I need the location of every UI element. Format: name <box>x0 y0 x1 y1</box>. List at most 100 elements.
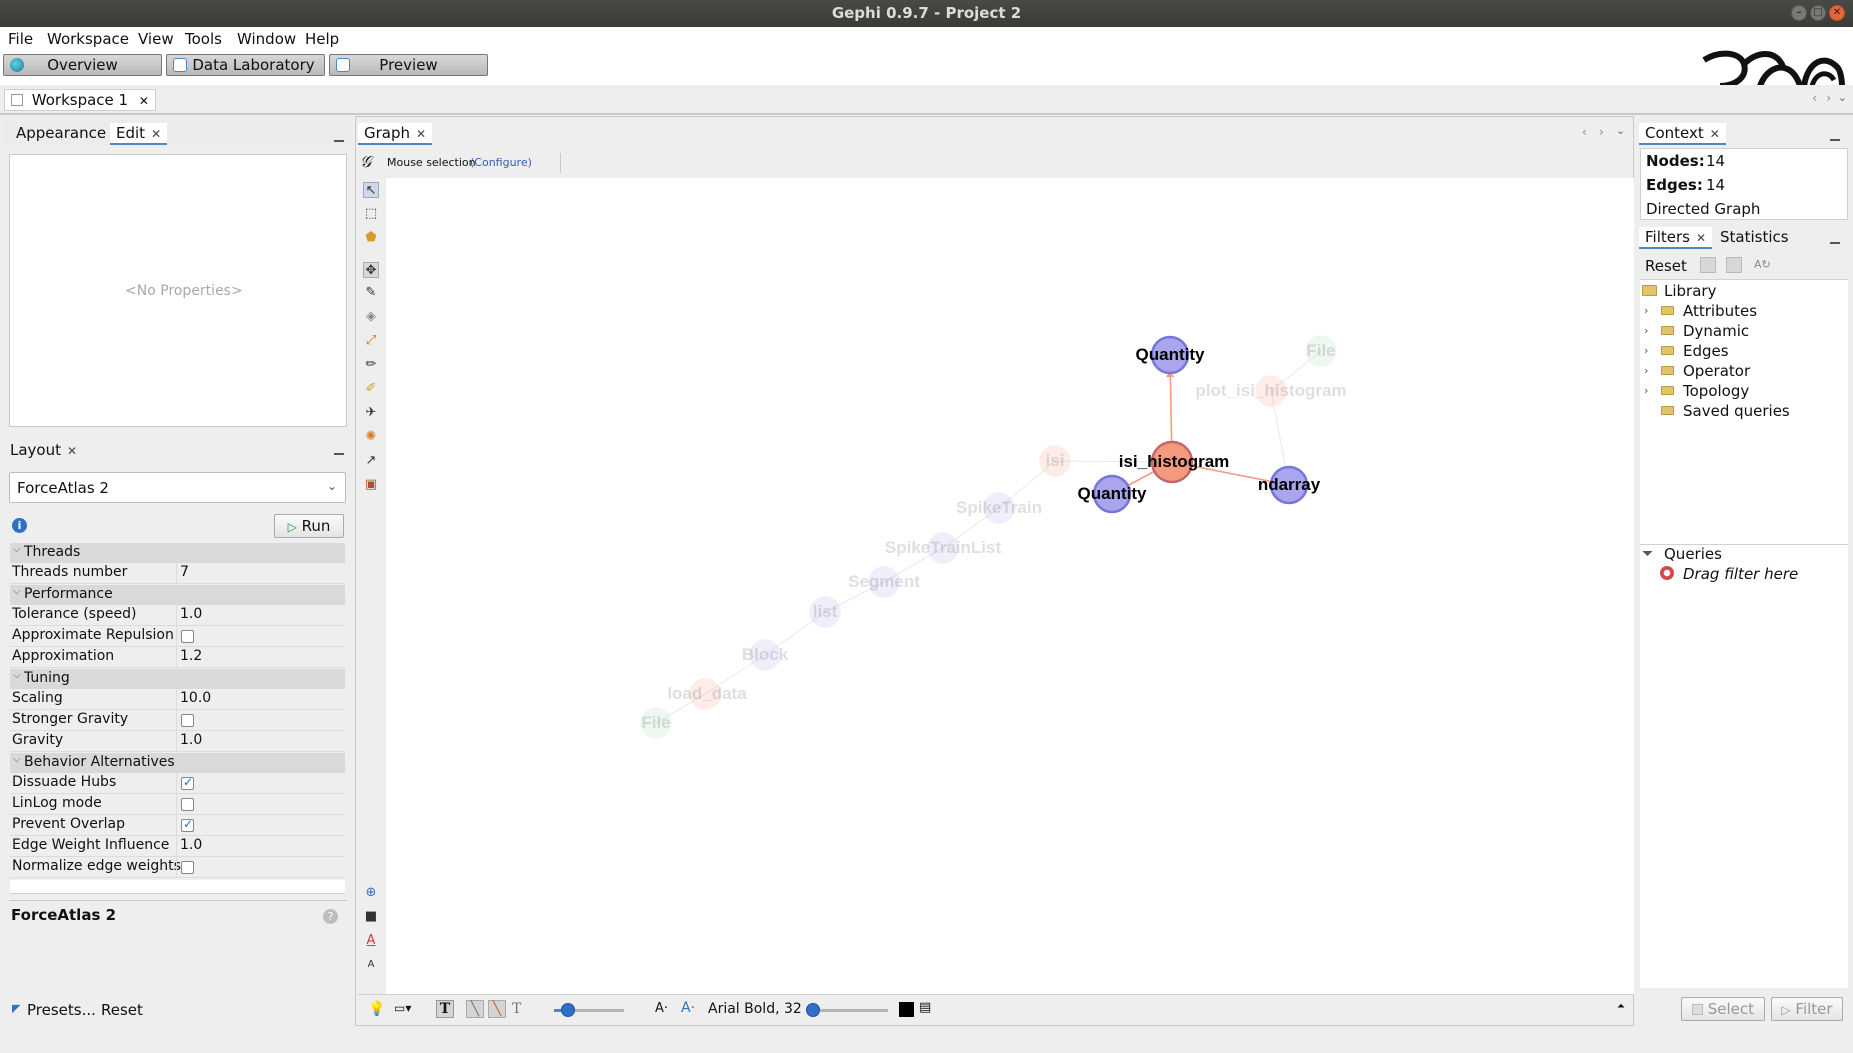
label-size-slider[interactable] <box>806 1003 888 1017</box>
minimize-panel-icon[interactable] <box>334 140 344 142</box>
brush-icon[interactable]: ✎ <box>363 285 379 301</box>
library-root[interactable]: Library <box>1664 282 1716 300</box>
edge-pencil-icon[interactable]: ✐ <box>363 381 379 397</box>
close-window-icon[interactable]: ✕ <box>1829 5 1845 21</box>
tab-filters[interactable]: Filters ✕ <box>1639 227 1713 249</box>
category-tuning[interactable]: ⌵ Tuning <box>10 669 345 689</box>
painter-icon[interactable]: ◈ <box>363 309 379 325</box>
preview-button[interactable]: Preview <box>329 54 488 76</box>
prop-approximate-repulsion[interactable]: Approximate Repulsion <box>10 626 345 647</box>
close-workspace-icon[interactable]: ✕ <box>139 94 149 108</box>
scroll-left-icon[interactable]: ‹ <box>1812 91 1817 105</box>
increase-font-icon[interactable]: A· <box>681 1000 695 1016</box>
prop-threads-number[interactable]: Threads number 7 <box>10 563 345 584</box>
stronger-gravity-checkbox[interactable] <box>181 714 194 727</box>
configure-link[interactable]: (Configure) <box>470 156 532 169</box>
menu-window[interactable]: Window <box>237 30 296 48</box>
tab-statistics[interactable]: Statistics <box>1714 227 1795 249</box>
prevent-overlap-checkbox[interactable] <box>181 817 194 832</box>
prop-linlog-mode[interactable]: LinLog mode <box>10 794 345 815</box>
info-icon[interactable]: i <box>12 518 27 533</box>
center-graph-icon[interactable]: ⊕ <box>363 885 379 901</box>
heat-map-icon[interactable]: ✺ <box>363 429 379 445</box>
label-color-icon[interactable]: A <box>363 933 379 949</box>
label-color-swatch[interactable] <box>899 1002 914 1017</box>
library-attributes[interactable]: Attributes <box>1683 302 1757 320</box>
rename-filter-icon[interactable]: A↻ <box>1754 258 1771 271</box>
category-behavior-alternatives[interactable]: ⌵ Behavior Alternatives <box>10 753 345 773</box>
rectangle-selection-icon[interactable]: ⬚ <box>363 206 379 222</box>
linlog-mode-checkbox[interactable] <box>181 798 194 811</box>
tab-edit[interactable]: Edit ✕ <box>110 123 168 145</box>
edit-node-icon[interactable]: ↗ <box>363 453 379 469</box>
font-selector[interactable]: Arial Bold, 32 <box>708 1001 802 1017</box>
normalize-edge-weights-checkbox[interactable] <box>181 861 194 874</box>
presets-button[interactable]: Presets... <box>27 1001 96 1019</box>
pencil-icon[interactable]: ✏ <box>363 357 379 373</box>
overview-button[interactable]: Overview <box>3 54 162 76</box>
background-color-icon[interactable]: ■ <box>363 909 379 925</box>
close-tab-icon[interactable]: ✕ <box>151 127 161 141</box>
prop-normalize-edge-weights[interactable]: Normalize edge weights <box>10 857 345 878</box>
expand-icon[interactable]: › <box>1644 324 1648 337</box>
prop-prevent-overlap[interactable]: Prevent Overlap <box>10 815 345 836</box>
library-edges[interactable]: Edges <box>1683 342 1729 360</box>
filter-button[interactable]: ▷ Filter <box>1771 997 1843 1021</box>
reset-layout-button[interactable]: Reset <box>101 1001 143 1019</box>
label-size-handle[interactable] <box>806 1003 820 1017</box>
sizer-icon[interactable]: ⤢ <box>363 333 379 349</box>
settings-filter-icon[interactable] <box>1726 257 1742 273</box>
screenshot-dropdown-icon[interactable]: ▭▾ <box>394 1001 411 1015</box>
menu-tools[interactable]: Tools <box>185 30 222 48</box>
minimize-panel-icon[interactable] <box>1830 242 1840 244</box>
scroll-left-icon[interactable]: ‹ <box>1582 125 1587 139</box>
help-icon[interactable]: ? <box>323 909 338 924</box>
tab-workspace-1[interactable]: Workspace 1 ✕ <box>4 89 156 111</box>
prop-tolerance[interactable]: Tolerance (speed) 1.0 <box>10 605 345 626</box>
select-button[interactable]: Select <box>1681 997 1765 1021</box>
close-tab-icon[interactable]: ✕ <box>1696 231 1706 245</box>
close-tab-icon[interactable]: ✕ <box>1710 127 1720 141</box>
tab-context[interactable]: Context ✕ <box>1639 123 1726 145</box>
edge-color-icon[interactable]: ╲ <box>488 1000 506 1018</box>
library-dynamic[interactable]: Dynamic <box>1683 322 1749 340</box>
close-tab-icon[interactable]: ✕ <box>416 127 426 141</box>
edge-scale-handle[interactable] <box>561 1003 575 1017</box>
data-laboratory-button[interactable]: Data Laboratory <box>166 54 325 76</box>
shortest-path-icon[interactable]: ✈ <box>363 405 379 421</box>
filters-reset-button[interactable]: Reset <box>1645 257 1687 275</box>
lightbulb-icon[interactable]: 💡 <box>368 1001 385 1017</box>
library-topology[interactable]: Topology <box>1683 382 1749 400</box>
chevron-down-icon[interactable]: ⌄ <box>1838 91 1847 104</box>
prop-scaling[interactable]: Scaling 10.0 <box>10 689 345 710</box>
mouse-selection-icon[interactable]: ↖ <box>363 182 379 198</box>
layout-algorithm-select[interactable]: ForceAtlas 2 ⌄ <box>9 472 346 503</box>
decrease-font-icon[interactable]: A· <box>655 1001 668 1016</box>
menu-view[interactable]: View <box>138 30 174 48</box>
minimize-panel-icon[interactable] <box>1830 139 1840 141</box>
category-performance[interactable]: ⌵ Performance <box>10 585 345 605</box>
tab-appearance[interactable]: Appearance <box>10 123 112 145</box>
expand-icon[interactable]: › <box>1644 384 1648 397</box>
prop-gravity[interactable]: Gravity 1.0 <box>10 731 345 752</box>
prop-stronger-gravity[interactable]: Stronger Gravity <box>10 710 345 731</box>
dissuade-hubs-checkbox[interactable] <box>181 775 194 790</box>
scroll-right-icon[interactable]: › <box>1599 125 1604 139</box>
drag-filter-hint[interactable]: Drag filter here <box>1683 565 1798 583</box>
export-filter-icon[interactable] <box>1700 257 1716 273</box>
prop-dissuade-hubs[interactable]: Dissuade Hubs <box>10 773 345 794</box>
label-attributes-icon[interactable]: ▤ <box>919 1000 931 1015</box>
chevron-down-icon[interactable]: ⌄ <box>1616 124 1625 137</box>
label-text-icon[interactable]: T <box>512 1001 521 1017</box>
expand-icon[interactable]: › <box>1644 344 1648 357</box>
tab-graph[interactable]: Graph ✕ <box>358 123 433 145</box>
menu-workspace[interactable]: Workspace <box>47 30 129 48</box>
category-threads[interactable]: ⌵ Threads <box>10 543 345 563</box>
drag-icon[interactable]: ✥ <box>363 262 379 278</box>
minimize-window-icon[interactable]: – <box>1791 5 1807 21</box>
show-edges-icon[interactable]: ╲ <box>466 1000 484 1018</box>
menu-help[interactable]: Help <box>305 30 339 48</box>
edge-scale-slider[interactable] <box>554 1003 624 1017</box>
library-operator[interactable]: Operator <box>1683 362 1750 380</box>
tab-layout[interactable]: Layout ✕ <box>4 440 83 462</box>
